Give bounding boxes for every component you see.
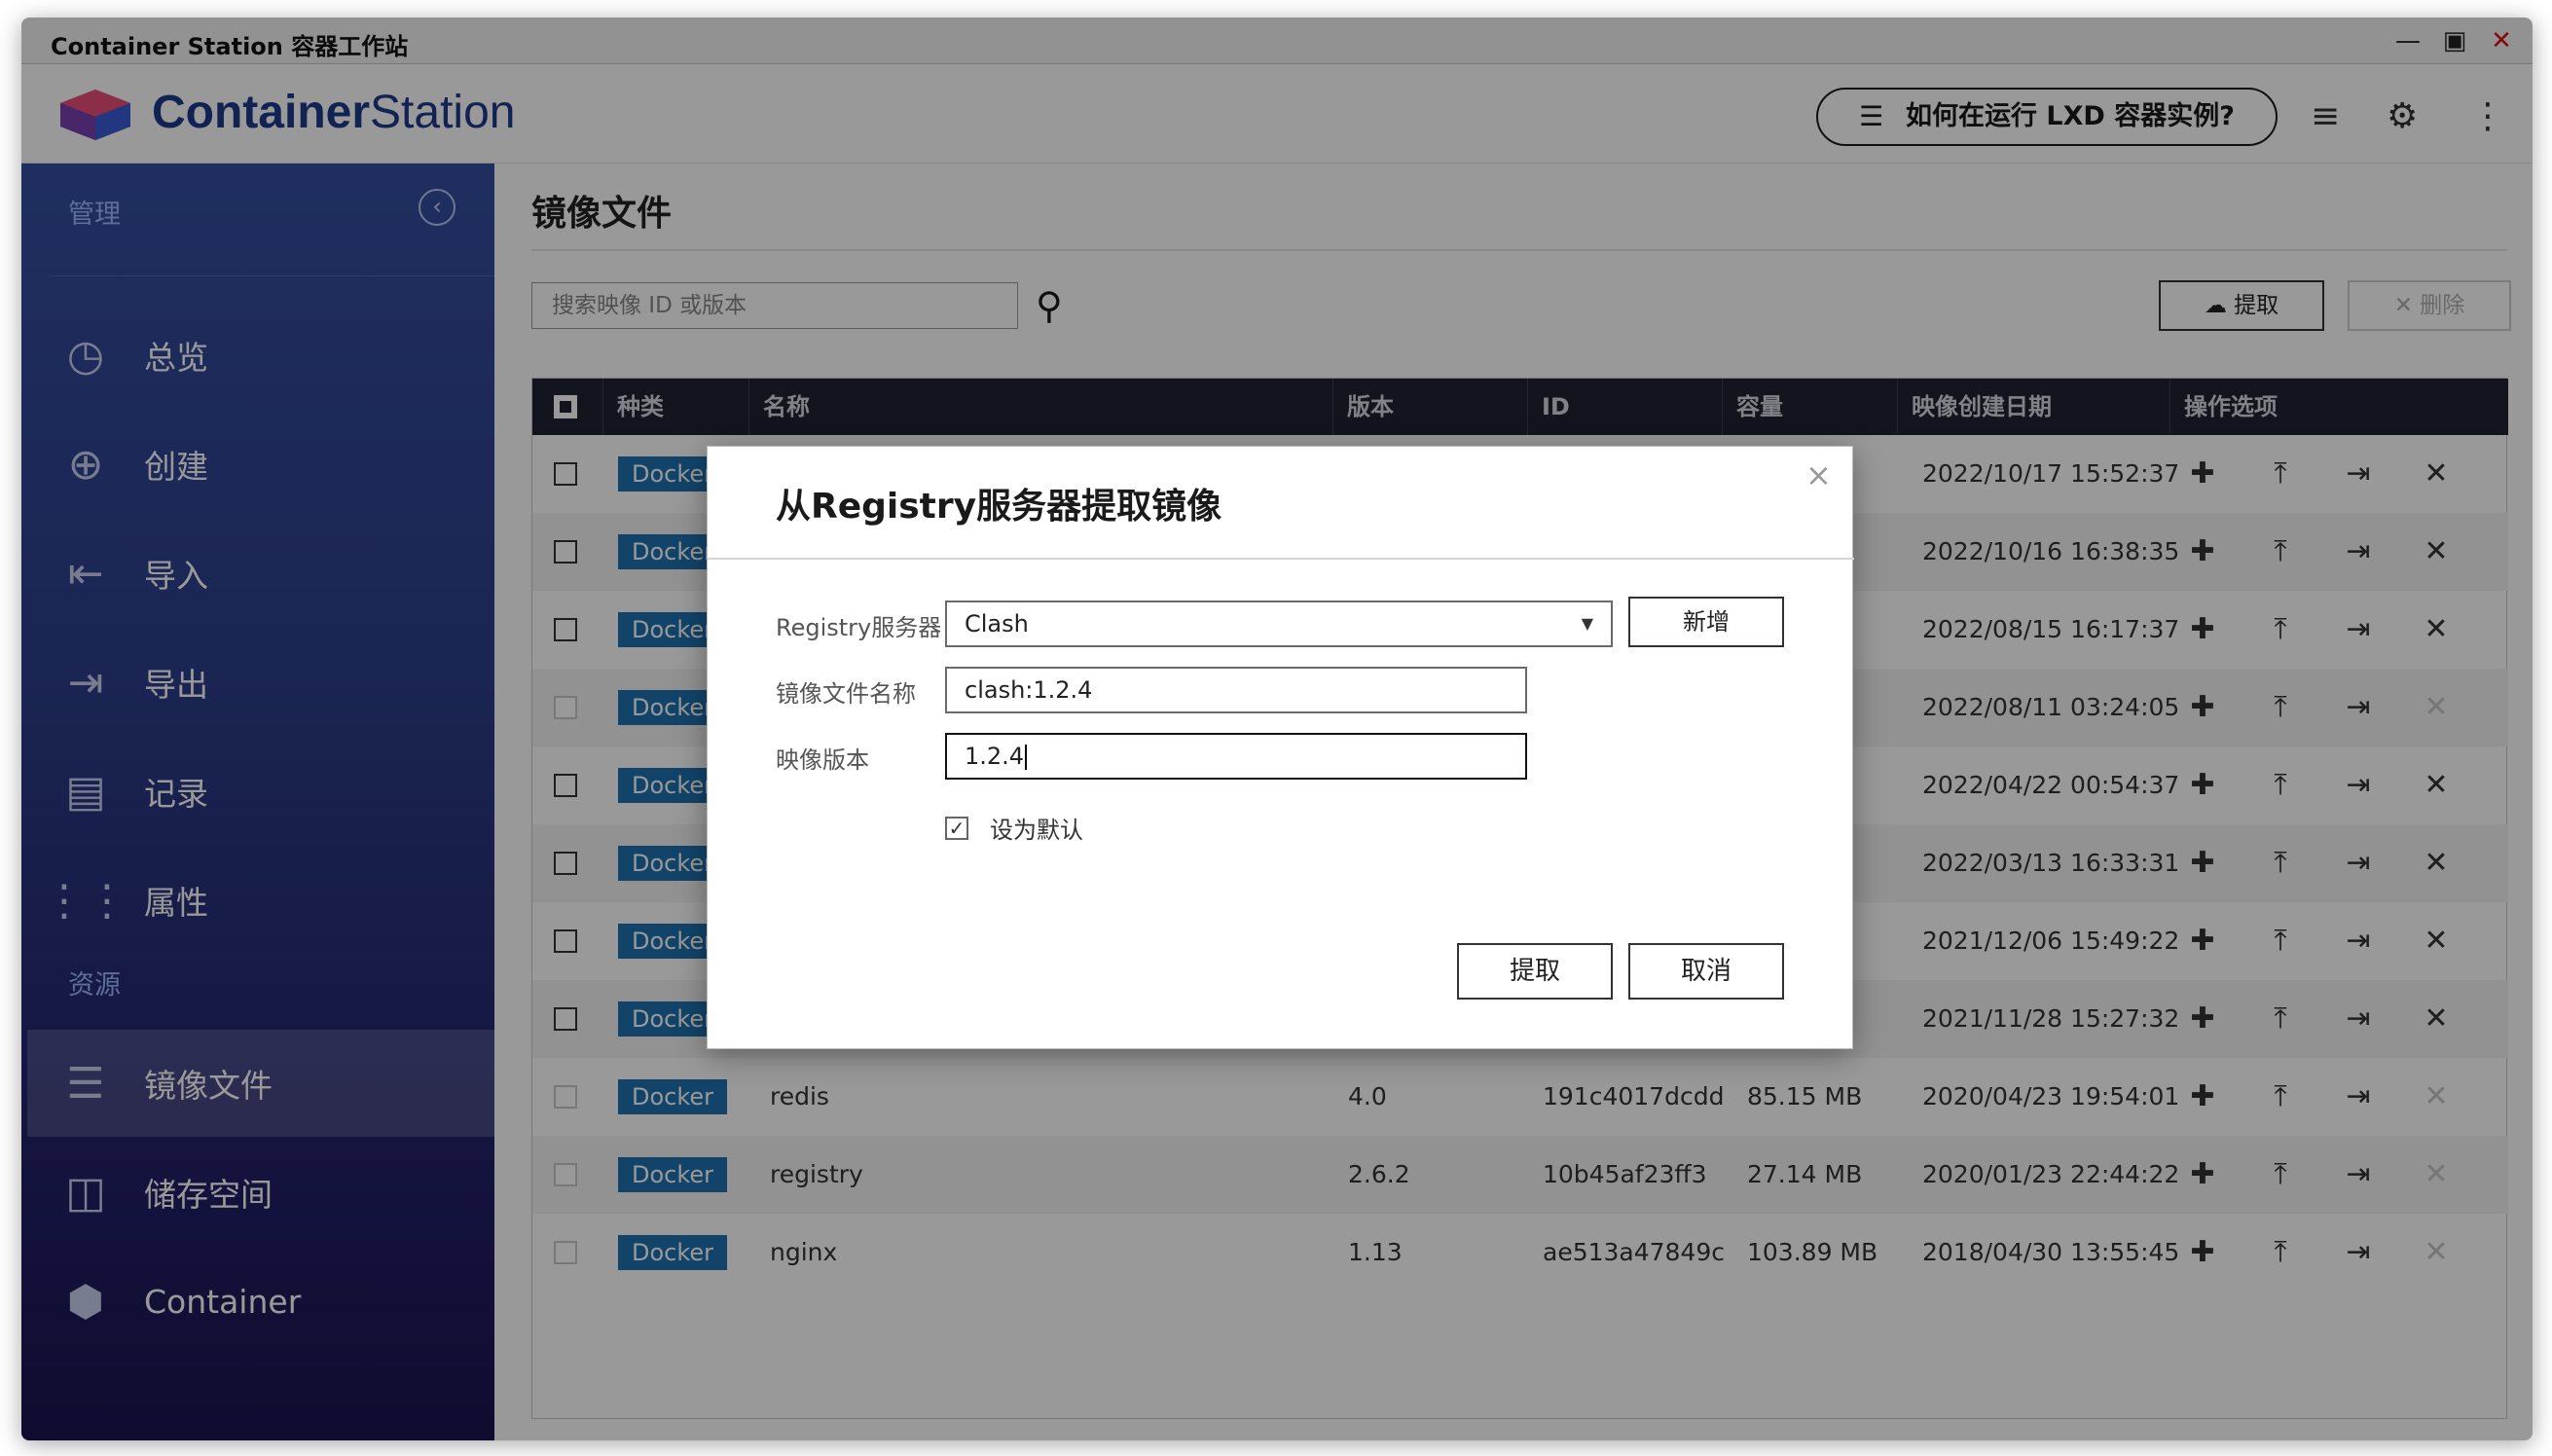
pull-registry-dialog: 从Registry服务器提取镜像 × Registry服务器 Clash ▼ 新… xyxy=(707,446,1854,1049)
dialog-divider xyxy=(708,558,1854,560)
registry-value: Clash xyxy=(965,610,1029,637)
add-registry-button[interactable]: 新增 xyxy=(1628,597,1784,647)
dialog-pull-button[interactable]: 提取 xyxy=(1457,943,1613,1000)
version-label: 映像版本 xyxy=(776,746,869,774)
chevron-down-icon: ▼ xyxy=(1581,614,1593,633)
image-name-label: 镜像文件名称 xyxy=(776,680,916,708)
app-window: Container Station 容器工作站 — ▣ ✕ ContainerS… xyxy=(21,18,2533,1440)
dialog-title: 从Registry服务器提取镜像 xyxy=(776,487,1222,527)
registry-label: Registry服务器 xyxy=(776,614,942,641)
close-icon[interactable]: × xyxy=(1805,456,1832,493)
registry-select[interactable]: Clash ▼ xyxy=(945,601,1613,647)
version-value: 1.2.4 xyxy=(965,743,1025,770)
image-name-field[interactable]: clash:1.2.4 xyxy=(945,667,1527,713)
text-cursor xyxy=(1025,745,1028,770)
dialog-cancel-button[interactable]: 取消 xyxy=(1628,943,1784,1000)
version-field[interactable]: 1.2.4 xyxy=(945,733,1527,780)
set-default-label: 设为默认 xyxy=(990,817,1083,844)
set-default-checkbox[interactable]: ✓ xyxy=(945,817,968,840)
